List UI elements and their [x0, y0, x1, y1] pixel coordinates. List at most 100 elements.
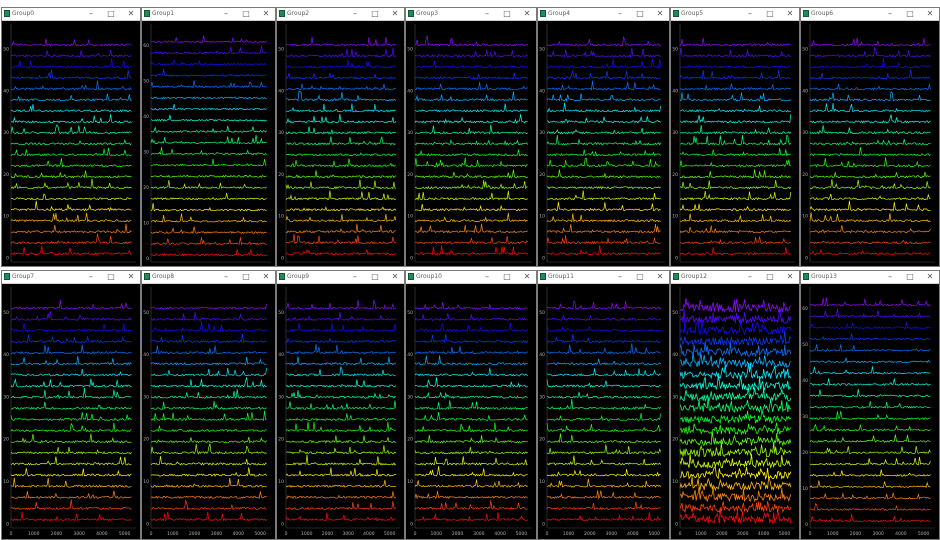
trace-line [10, 69, 132, 80]
close-button[interactable]: ✕ [259, 271, 273, 283]
trace-line [546, 444, 662, 455]
close-button[interactable]: ✕ [783, 8, 797, 20]
minimize-button[interactable]: – [743, 271, 757, 283]
trace-line [546, 115, 661, 124]
trace-line [546, 512, 661, 522]
trace-line [285, 421, 397, 433]
trace-line [10, 158, 132, 168]
close-button[interactable]: ✕ [124, 8, 138, 20]
minimize-button[interactable]: – [84, 271, 98, 283]
maximize-button[interactable]: □ [633, 8, 647, 20]
trace-line [546, 223, 661, 234]
x-tick-label: 3000 [606, 531, 618, 537]
minimize-button[interactable]: – [613, 8, 627, 20]
close-button[interactable]: ✕ [783, 271, 797, 283]
plot-window-group0[interactable]: Group0 – □ ✕ 0 10 20 30 40 50 [1, 7, 141, 267]
plot-window-group5[interactable]: Group5 – □ ✕ 0 10 20 30 40 50 [670, 7, 800, 267]
minimize-button[interactable]: – [219, 271, 233, 283]
close-button[interactable]: ✕ [124, 271, 138, 283]
plot-window-group7[interactable]: Group7 – □ ✕ 0 10 20 30 40 50 0 1000 2000 3000 4000 500… [1, 270, 141, 540]
plot-window-group2[interactable]: Group2 – □ ✕ 0 10 20 30 40 50 [276, 7, 405, 267]
y-tick-label: 30 [407, 394, 413, 400]
trace-line [809, 344, 931, 352]
maximize-button[interactable]: □ [903, 8, 917, 20]
close-button[interactable]: ✕ [259, 8, 273, 20]
minimize-button[interactable]: – [883, 271, 897, 283]
minimize-button[interactable]: – [883, 8, 897, 20]
maximize-button[interactable]: □ [500, 271, 514, 283]
maximize-button[interactable]: □ [500, 8, 514, 20]
x-tick-label: 4000 [494, 531, 506, 537]
plot-window-group9[interactable]: Group9 – □ ✕ 0 10 20 30 40 50 0 1000 2000 3000 4000 500… [276, 270, 405, 540]
plot-window-group4[interactable]: Group4 – □ ✕ 0 10 20 30 40 50 [537, 7, 670, 267]
plot-window-group8[interactable]: Group8 – □ ✕ 0 10 20 30 40 50 0 1000 2000 3000 4000 500… [141, 270, 276, 540]
plot-window-group1[interactable]: Group1 – □ ✕ 0 10 20 30 40 50 60 [141, 7, 276, 267]
trace-line [10, 138, 132, 146]
trace-line [414, 490, 528, 500]
maximize-button[interactable]: □ [104, 8, 118, 20]
minimize-button[interactable]: – [348, 8, 362, 20]
trace-line [809, 46, 931, 58]
stacked-trace-chart: 0 10 20 30 40 50 [278, 24, 400, 263]
minimize-button[interactable]: – [84, 8, 98, 20]
close-button[interactable]: ✕ [520, 271, 534, 283]
minimize-button[interactable]: – [480, 8, 494, 20]
x-tick-label: 1000 [827, 531, 839, 537]
maximize-button[interactable]: □ [633, 271, 647, 283]
trace-line [150, 59, 267, 67]
trace-line [285, 491, 397, 499]
maximize-button[interactable]: □ [763, 8, 777, 20]
trace-line [414, 60, 528, 69]
trace-line [285, 83, 396, 91]
y-tick-label: 30 [539, 130, 545, 136]
plot-window-group11[interactable]: Group11 – □ ✕ 0 10 20 30 40 50 0 1000 2000 3000 4000 50… [537, 270, 670, 540]
window-title: Group5 [681, 10, 704, 17]
trace-line [546, 322, 661, 332]
minimize-button[interactable]: – [743, 8, 757, 20]
trace-line [680, 169, 791, 179]
maximize-button[interactable]: □ [104, 271, 118, 283]
plot-window-group6[interactable]: Group6 – □ ✕ 0 10 20 30 40 50 [800, 7, 940, 267]
maximize-button[interactable]: □ [239, 8, 253, 20]
trace-line [285, 72, 397, 80]
x-tick-label: 5000 [384, 531, 396, 537]
trace-line [414, 456, 528, 466]
trace-line [679, 396, 791, 413]
trace-line [10, 233, 132, 245]
plot-window-group10[interactable]: Group10 – □ ✕ 0 10 20 30 40 50 0 1000 2000 3000 4000 50… [405, 270, 537, 540]
maximize-button[interactable]: □ [763, 271, 777, 283]
plot-window-group13[interactable]: Group13 – □ ✕ 0 10 20 30 40 50 60 0 1000 2000 3000 4000… [800, 270, 940, 540]
close-button[interactable]: ✕ [653, 8, 667, 20]
trace-line [150, 303, 267, 310]
maximize-button[interactable]: □ [368, 8, 382, 20]
trace-line [285, 36, 397, 47]
minimize-button[interactable]: – [613, 271, 627, 283]
close-button[interactable]: ✕ [923, 271, 937, 283]
y-tick-label: 30 [143, 149, 149, 155]
close-button[interactable]: ✕ [653, 271, 667, 283]
plot-window-group12[interactable]: Group12 – □ ✕ 0 10 20 30 40 50 0 1000 2000 3000 4000 50… [670, 270, 800, 540]
axis-lines [809, 287, 935, 529]
maximize-button[interactable]: □ [239, 271, 253, 283]
y-tick-label: 20 [143, 185, 149, 191]
trace-line [414, 190, 528, 201]
trace-line [679, 297, 792, 313]
plot-window-group3[interactable]: Group3 – □ ✕ 0 10 20 30 40 50 [405, 7, 537, 267]
maximize-button[interactable]: □ [368, 271, 382, 283]
close-button[interactable]: ✕ [388, 8, 402, 20]
trace-line [10, 123, 132, 135]
y-tick-label: 40 [672, 88, 678, 94]
minimize-button[interactable]: – [480, 271, 494, 283]
close-button[interactable]: ✕ [520, 8, 534, 20]
close-button[interactable]: ✕ [388, 271, 402, 283]
x-tick-label: 5000 [918, 531, 930, 537]
close-button[interactable]: ✕ [923, 8, 937, 20]
trace-line [810, 503, 931, 511]
y-tick-label: 10 [143, 479, 149, 485]
x-tick-label: 0 [10, 531, 13, 537]
minimize-button[interactable]: – [348, 271, 362, 283]
trace-line [679, 70, 791, 80]
x-tick-label: 2000 [51, 531, 63, 537]
maximize-button[interactable]: □ [903, 271, 917, 283]
minimize-button[interactable]: – [219, 8, 233, 20]
